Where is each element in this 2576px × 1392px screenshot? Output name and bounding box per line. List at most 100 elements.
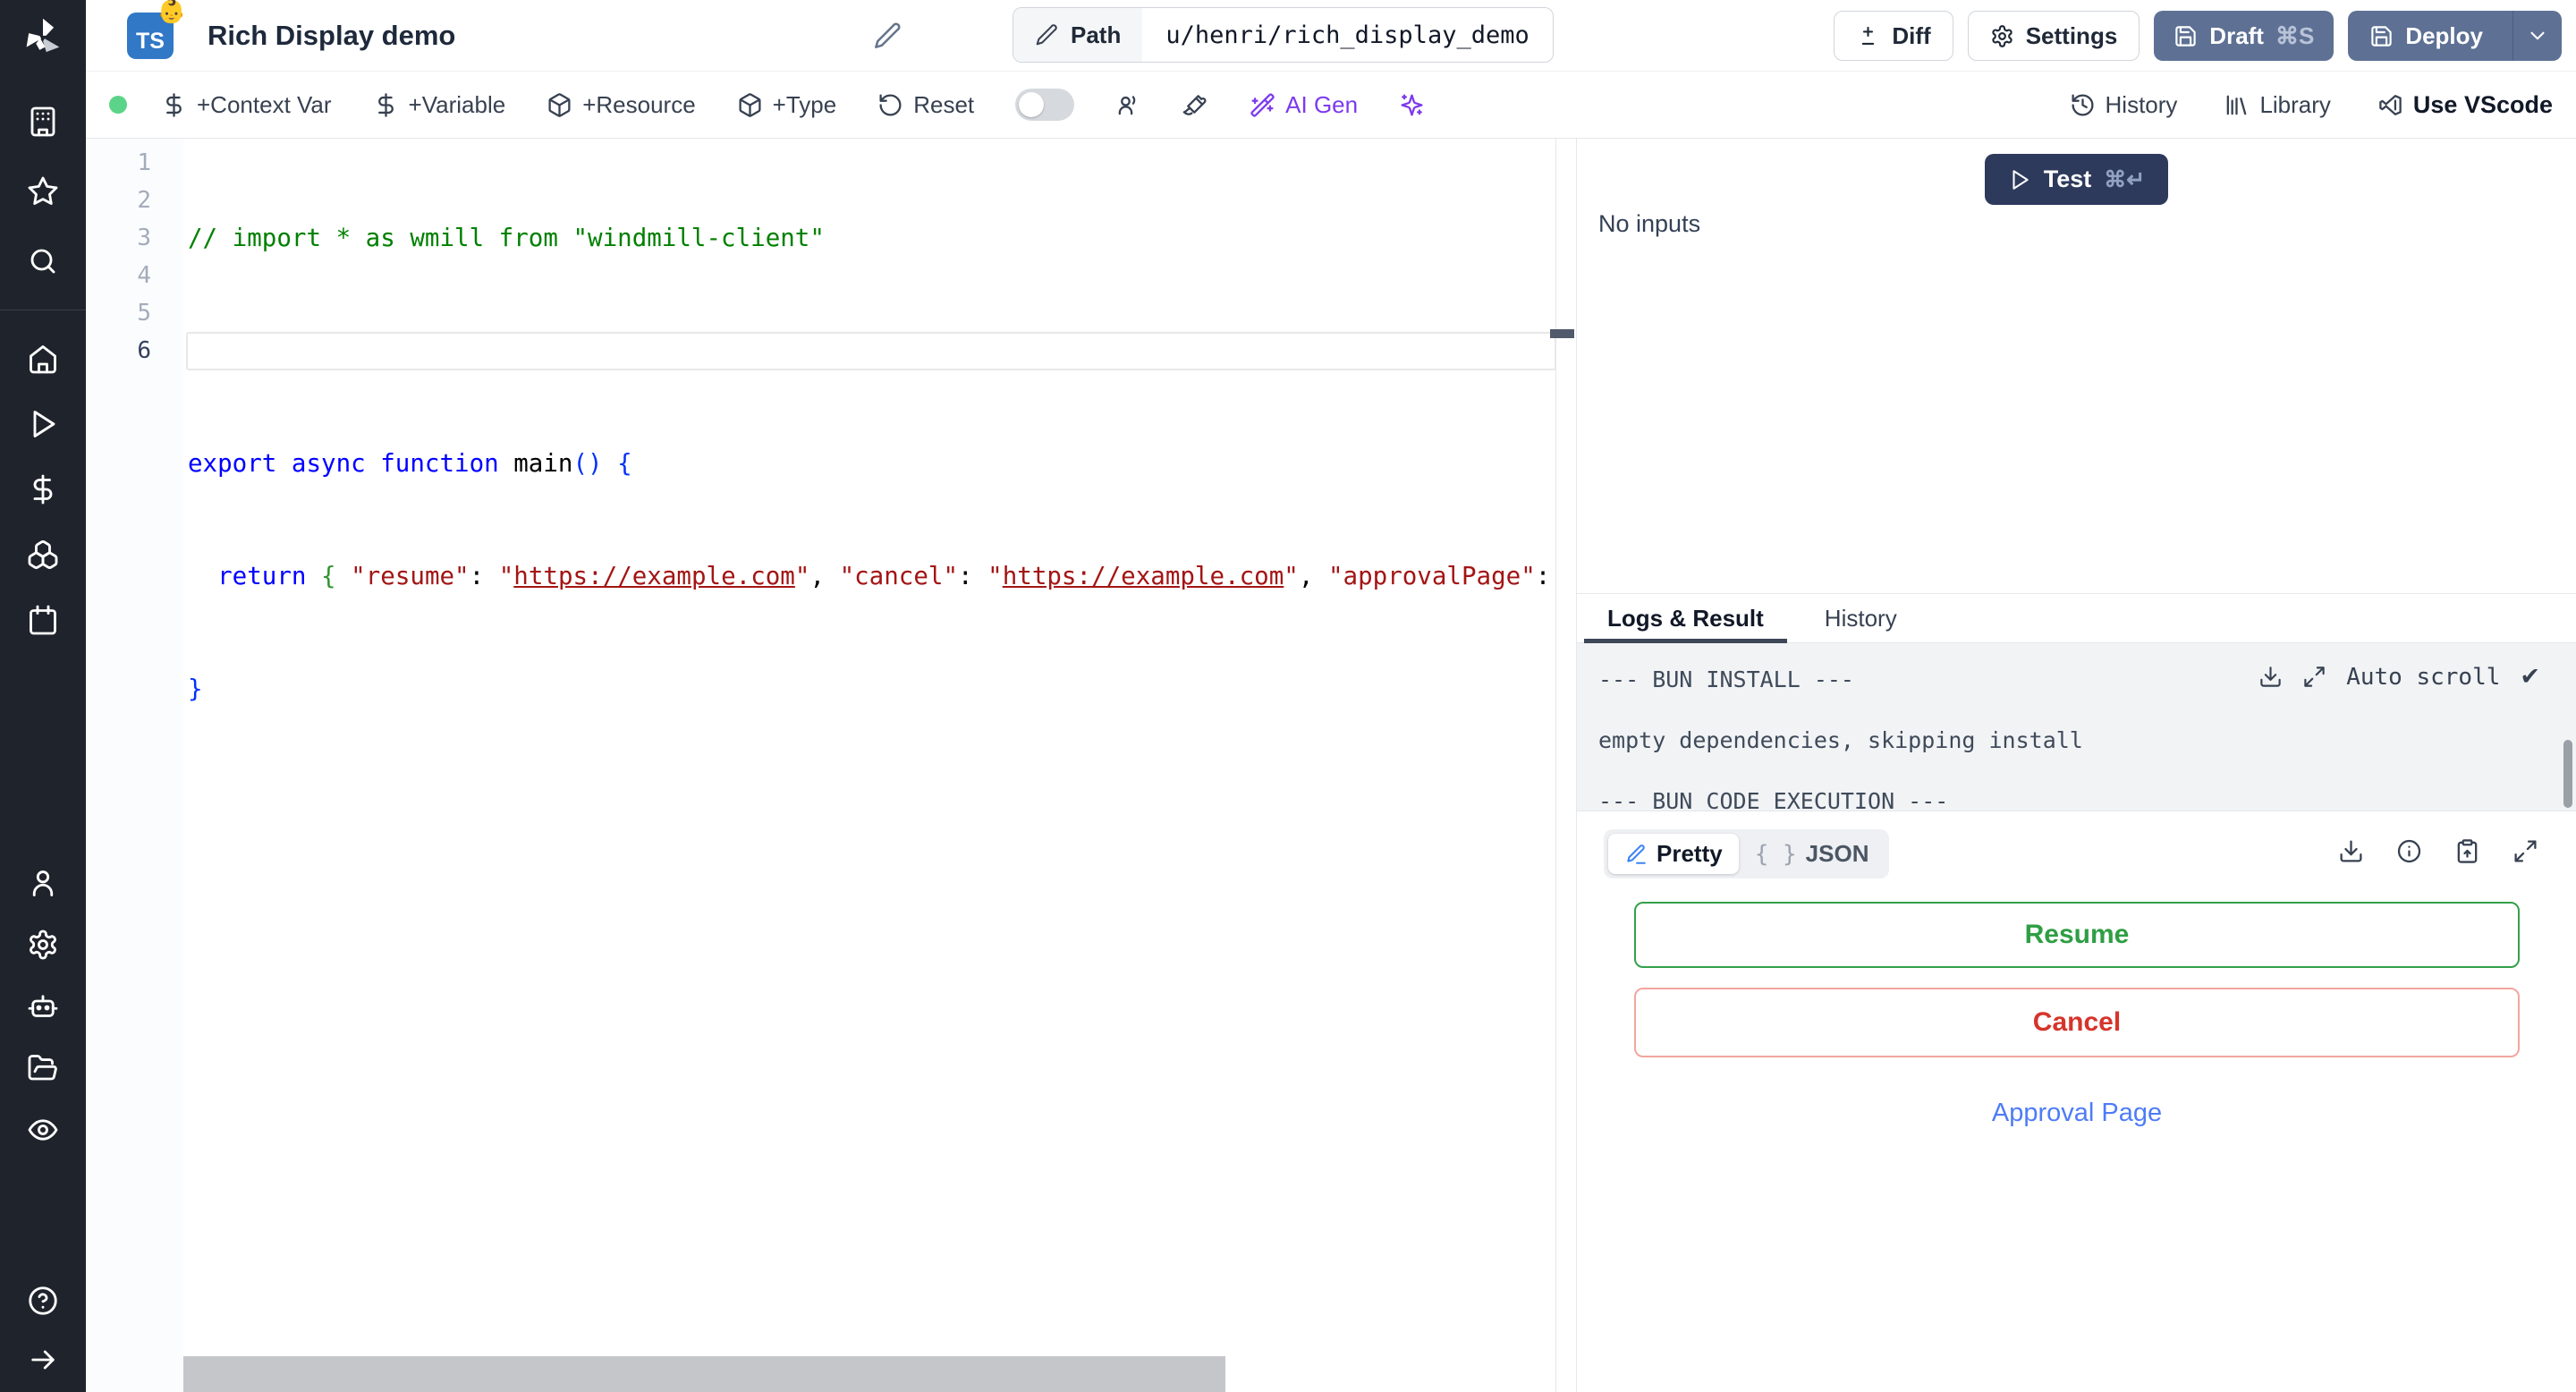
draft-button[interactable]: Draft ⌘S: [2154, 11, 2334, 61]
edit-title-pencil-icon[interactable]: [873, 21, 902, 50]
status-dot: [109, 96, 127, 114]
reset-label: Reset: [913, 90, 975, 118]
ai-sparkles-button[interactable]: [1399, 92, 1425, 118]
diff-button[interactable]: Diff: [1834, 11, 1953, 61]
script-emoji-badge: 👶: [157, 0, 186, 25]
magic-wand-icon: [1250, 92, 1275, 117]
folders-icon[interactable]: [27, 1052, 59, 1084]
auto-scroll-label[interactable]: Auto scroll: [2346, 664, 2500, 691]
path-label: Path: [1071, 21, 1122, 48]
expand-sidebar-arrow-icon[interactable]: [27, 1344, 59, 1376]
fullscreen-result-icon[interactable]: [2512, 838, 2538, 864]
deploy-main-segment[interactable]: Deploy: [2348, 11, 2501, 61]
info-icon[interactable]: [2396, 838, 2422, 864]
path-button[interactable]: Path u/henri/rich_display_demo: [1013, 7, 1554, 63]
resume-button[interactable]: Resume: [1634, 902, 2520, 968]
multiplayer-button[interactable]: [1115, 92, 1141, 118]
audit-eye-icon[interactable]: [27, 1114, 59, 1146]
editor-mode-toggle[interactable]: [1015, 89, 1075, 121]
settings-button[interactable]: Settings: [1967, 11, 2140, 61]
deploy-label: Deploy: [2405, 21, 2483, 49]
add-context-var-button[interactable]: +Context Var: [161, 91, 332, 119]
auto-scroll-check-icon[interactable]: ✔: [2520, 663, 2540, 691]
resources-boxes-icon[interactable]: [27, 539, 59, 571]
toggle-knob: [1019, 92, 1045, 117]
library-button[interactable]: Library: [2224, 90, 2331, 119]
test-button[interactable]: Test ⌘↵: [1984, 154, 2169, 205]
approval-page-link[interactable]: Approval Page: [1634, 1099, 2520, 1128]
tab-history[interactable]: History: [1825, 594, 1897, 642]
save-icon: [2175, 25, 2196, 47]
add-variable-button[interactable]: +Variable: [373, 91, 505, 119]
line-number: 3: [137, 225, 151, 251]
deploy-button[interactable]: Deploy: [2348, 11, 2562, 61]
history-button[interactable]: History: [2070, 90, 2178, 119]
diff-label: Diff: [1892, 21, 1931, 49]
copy-clipboard-icon[interactable]: [2454, 838, 2480, 864]
user-icon[interactable]: [27, 867, 59, 899]
header-actions: Diff Settings Draft ⌘S Deploy: [1834, 11, 2562, 61]
horizontal-scrollbar[interactable]: [183, 1356, 1225, 1392]
variables-dollar-icon[interactable]: [27, 473, 59, 505]
code-pane[interactable]: // import * as wmill from "windmill-clie…: [188, 144, 1556, 1392]
ai-gen-button[interactable]: AI Gen: [1250, 91, 1358, 119]
cancel-button[interactable]: Cancel: [1634, 988, 2520, 1057]
braces-icon: { }: [1754, 840, 1797, 868]
diff-plusminus-icon: [1862, 26, 1875, 45]
code-line-4: return { "resume": "https://example.com"…: [217, 562, 1551, 590]
library-label: Library: [2259, 90, 2331, 118]
draft-shortcut: ⌘S: [2275, 21, 2315, 49]
add-type-button[interactable]: +Type: [737, 90, 837, 119]
code-editor[interactable]: 1 2 3 4 5 6 // import * as wmill from "w…: [86, 139, 1577, 1392]
pretty-view-chip[interactable]: Pretty: [1608, 834, 1739, 874]
result-view-toggle: Pretty { } JSON: [1604, 829, 1890, 878]
vscode-icon: [2379, 94, 2402, 115]
help-icon[interactable]: [27, 1285, 59, 1317]
settings-gear-icon[interactable]: [27, 929, 59, 961]
json-view-chip[interactable]: { } JSON: [1739, 834, 1885, 874]
pretty-label: Pretty: [1657, 840, 1723, 867]
add-resource-label: +Resource: [582, 90, 696, 118]
use-vscode-button[interactable]: Use VScode: [2377, 91, 2553, 119]
line-number-active: 6: [137, 337, 151, 364]
paintbrush-icon: [1182, 94, 1207, 115]
package-icon: [739, 92, 761, 117]
pretty-pen-icon: [1627, 844, 1646, 864]
favorites-star-icon[interactable]: [27, 175, 59, 208]
dollar-icon: [377, 92, 394, 117]
home-icon[interactable]: [27, 343, 59, 375]
expand-logs-icon[interactable]: [2302, 665, 2326, 689]
runs-play-icon[interactable]: [27, 408, 59, 440]
logs-tabs: Logs & Result History: [1577, 594, 2576, 643]
save-icon: [2371, 25, 2393, 47]
code-line-3: export async function main() {: [188, 449, 632, 478]
overview-cursor-marker: [1550, 329, 1574, 338]
tab-logs-result[interactable]: Logs & Result: [1584, 594, 1787, 643]
search-icon[interactable]: [27, 245, 59, 277]
user-signal-icon: [1118, 95, 1136, 115]
format-brush-button[interactable]: [1182, 92, 1208, 118]
log-scrollbar-thumb[interactable]: [2563, 740, 2572, 808]
workers-bot-icon[interactable]: [27, 990, 59, 1023]
language-badge-typescript: TS 👶: [127, 0, 186, 59]
code-line-5: }: [188, 675, 203, 703]
download-logs-icon[interactable]: [2258, 665, 2283, 689]
left-sidebar: [0, 0, 86, 1392]
library-icon: [2227, 95, 2247, 115]
schedules-calendar-icon[interactable]: [27, 604, 59, 636]
reset-button[interactable]: Reset: [877, 91, 974, 119]
settings-gear-icon: [1992, 24, 2012, 47]
windmill-logo-icon[interactable]: [20, 14, 66, 61]
deploy-dropdown-segment[interactable]: [2512, 11, 2562, 61]
history-clock-icon: [2072, 93, 2094, 115]
chevron-down-icon: [2530, 31, 2545, 40]
sparkles-icon: [1401, 93, 1423, 116]
download-result-icon[interactable]: [2338, 838, 2364, 864]
add-type-label: +Type: [772, 90, 837, 118]
reset-rotate-icon: [879, 93, 902, 115]
history-label: History: [2105, 90, 2178, 118]
add-resource-button[interactable]: +Resource: [547, 90, 696, 119]
workspace-building-icon[interactable]: [27, 106, 59, 138]
overview-ruler-line: [1555, 139, 1556, 1392]
